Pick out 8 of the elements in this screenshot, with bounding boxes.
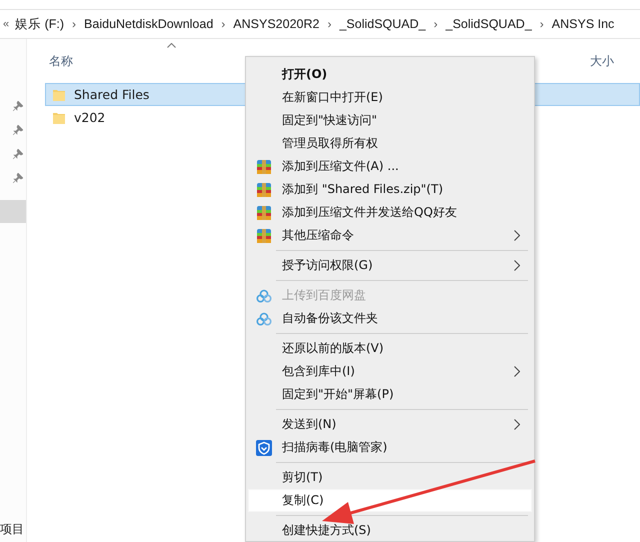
chevron-icon: › bbox=[216, 17, 230, 31]
chevron-icon: › bbox=[428, 17, 443, 31]
chevron-icon: › bbox=[322, 17, 336, 31]
status-text: 项目 bbox=[0, 522, 24, 536]
file-name: Shared Files bbox=[74, 87, 150, 102]
chevron-icon: › bbox=[534, 17, 549, 31]
file-name: v202 bbox=[74, 110, 106, 125]
chevron-icon: › bbox=[67, 17, 82, 31]
